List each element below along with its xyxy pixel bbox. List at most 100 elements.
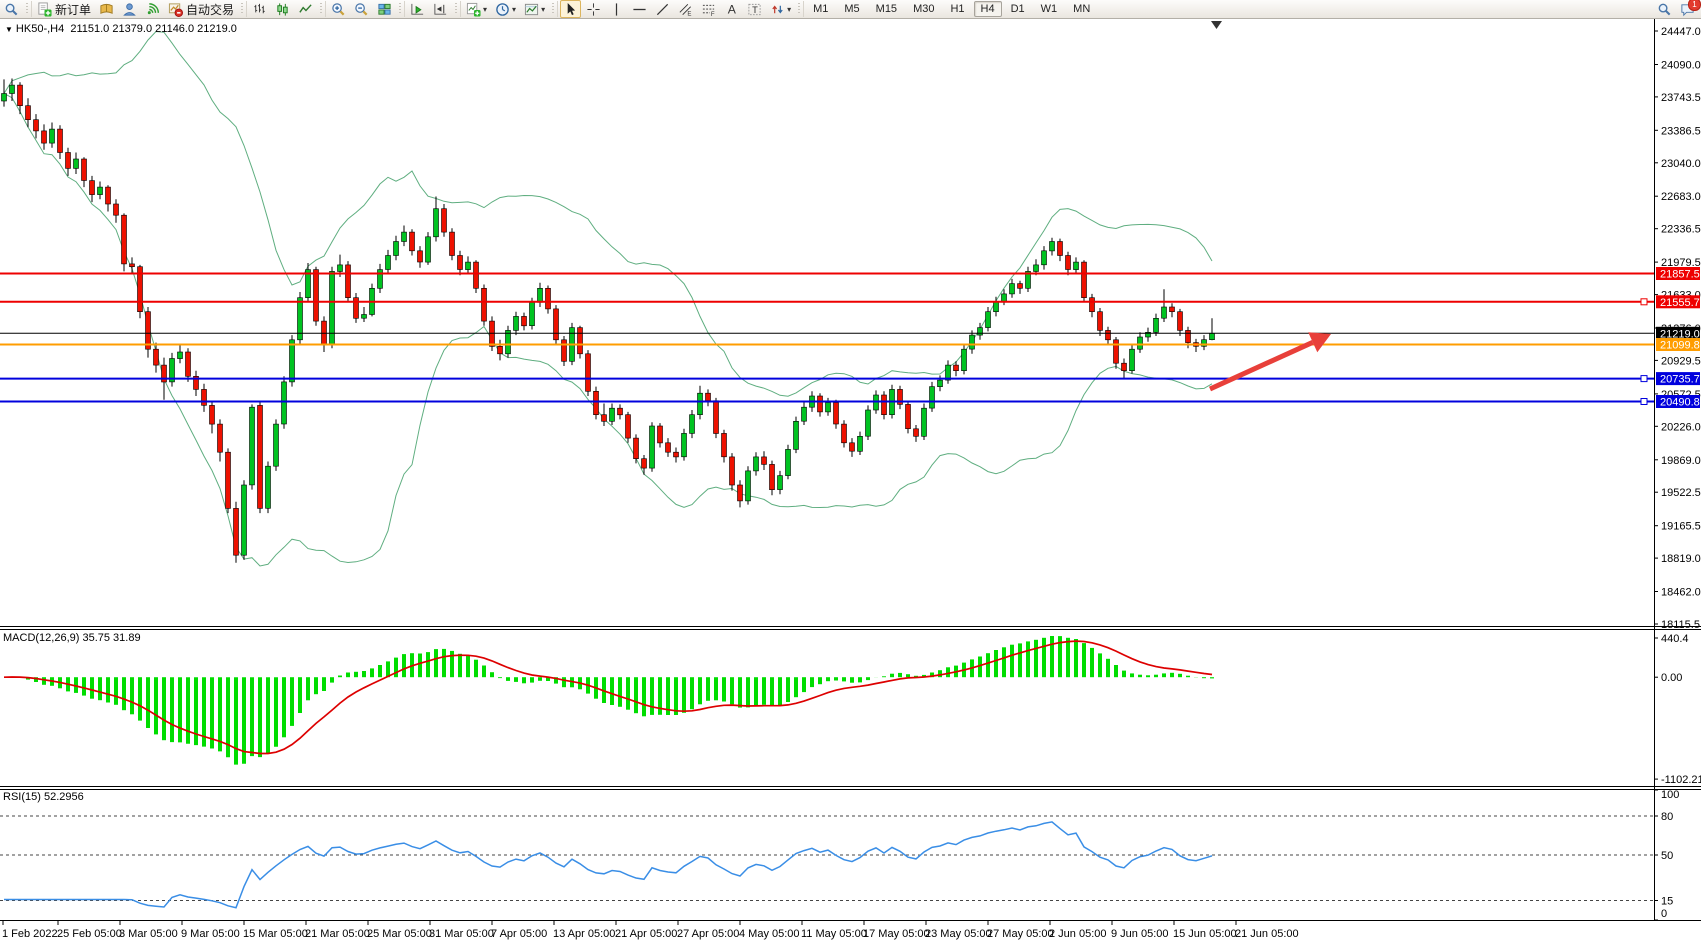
tile-windows-button[interactable] xyxy=(374,0,395,18)
terminal-icon xyxy=(122,2,137,17)
auto-scroll-icon xyxy=(410,2,425,17)
macd-pane[interactable] xyxy=(4,636,1212,765)
timeframe-d1-button[interactable]: D1 xyxy=(1004,1,1032,17)
auto-scroll-button[interactable] xyxy=(407,0,428,18)
zoom-out-button[interactable] xyxy=(351,0,372,18)
timeframe-m30-button[interactable]: M30 xyxy=(906,1,941,17)
timeframe-m1-button[interactable]: M1 xyxy=(806,1,835,17)
search-icon xyxy=(1657,2,1672,17)
quick-search-button[interactable] xyxy=(1,0,22,18)
svg-text:20735.7: 20735.7 xyxy=(1660,374,1700,386)
svg-text:440.4: 440.4 xyxy=(1661,633,1689,645)
svg-text:19869.0: 19869.0 xyxy=(1661,455,1701,467)
toolbar: 新订单自动交易▾▾▾▾M1M5M15M30H1H4D1W1MN1 xyxy=(0,0,1701,19)
cursor-button[interactable] xyxy=(560,0,581,18)
search-button[interactable] xyxy=(1657,2,1672,17)
timeframe-w1-button[interactable]: W1 xyxy=(1034,1,1065,17)
chart-shift-marker[interactable] xyxy=(1211,21,1222,29)
svg-text:19165.5: 19165.5 xyxy=(1661,521,1701,533)
new-order-button[interactable]: 新订单 xyxy=(34,0,94,18)
svg-text:22683.0: 22683.0 xyxy=(1661,191,1701,203)
notifications-button[interactable]: 1 xyxy=(1680,2,1695,17)
price-label-21857.5: 21857.5 xyxy=(1656,267,1700,281)
periods-icon xyxy=(495,2,510,17)
autotrading-button[interactable]: 自动交易 xyxy=(165,0,237,18)
svg-text:2 Jun 05:00: 2 Jun 05:00 xyxy=(1049,928,1107,940)
svg-text:4 May 05:00: 4 May 05:00 xyxy=(739,928,800,940)
svg-text:11 May 05:00: 11 May 05:00 xyxy=(801,928,867,940)
crosshair-button[interactable] xyxy=(583,0,604,18)
market-watch-icon xyxy=(99,2,114,17)
chevron-down-icon[interactable]: ▼ xyxy=(5,25,13,34)
quick-search-icon xyxy=(4,2,19,17)
candles-layer xyxy=(2,79,1215,563)
pane-separator[interactable] xyxy=(0,626,1701,627)
text-button[interactable] xyxy=(721,0,742,18)
trendline-button[interactable] xyxy=(652,0,673,18)
chart-candles-button[interactable] xyxy=(272,0,293,18)
templates-button[interactable]: ▾ xyxy=(521,0,548,18)
zoom-in-button[interactable] xyxy=(328,0,349,18)
main-price-pane[interactable] xyxy=(2,32,1215,567)
svg-text:20929.5: 20929.5 xyxy=(1661,355,1701,367)
periods-button[interactable]: ▾ xyxy=(492,0,519,18)
svg-text:50: 50 xyxy=(1661,850,1673,862)
svg-text:23040.0: 23040.0 xyxy=(1661,158,1701,170)
trend-arrow[interactable] xyxy=(1210,342,1313,389)
svg-text:25 Mar 05:00: 25 Mar 05:00 xyxy=(367,928,432,940)
terminal-button[interactable] xyxy=(119,0,140,18)
hline-handle[interactable] xyxy=(1641,376,1647,382)
svg-text:18115.5: 18115.5 xyxy=(1661,619,1700,631)
signals-icon xyxy=(145,2,160,17)
svg-text:21857.5: 21857.5 xyxy=(1660,269,1700,281)
bollinger-lower-band xyxy=(4,94,1212,567)
equidistant-channel-button[interactable] xyxy=(675,0,696,18)
price-label-21099.8: 21099.8 xyxy=(1656,338,1700,352)
toolbar-separator xyxy=(24,1,32,17)
svg-text:17 May 05:00: 17 May 05:00 xyxy=(863,928,930,940)
svg-text:0.00: 0.00 xyxy=(1661,672,1682,684)
crosshair-icon xyxy=(586,2,601,17)
arrows-button[interactable]: ▾ xyxy=(767,0,794,18)
hline-handle[interactable] xyxy=(1641,399,1647,405)
pane-separator[interactable] xyxy=(0,920,1701,921)
price-label-20490.8: 20490.8 xyxy=(1656,395,1700,409)
svg-text:18819.0: 18819.0 xyxy=(1661,553,1701,565)
timeframe-h1-button[interactable]: H1 xyxy=(943,1,971,17)
chart-shift-button[interactable] xyxy=(430,0,451,18)
timeframe-m15-button[interactable]: M15 xyxy=(869,1,904,17)
price-label-20735.7: 20735.7 xyxy=(1656,372,1700,386)
trendline-icon xyxy=(655,2,670,17)
pane-separator[interactable] xyxy=(0,786,1701,787)
templates-icon xyxy=(524,2,539,17)
svg-text:0: 0 xyxy=(1661,908,1667,920)
hline-handle[interactable] xyxy=(1641,299,1647,305)
toolbar-separator xyxy=(397,1,405,17)
chart-bars-button[interactable] xyxy=(249,0,270,18)
text-label-button[interactable] xyxy=(744,0,765,18)
new-order-icon xyxy=(37,2,52,17)
arrows-icon xyxy=(770,2,785,17)
horizontal-line-button[interactable] xyxy=(629,0,650,18)
price-label-21555.7: 21555.7 xyxy=(1656,295,1700,309)
vertical-line-icon xyxy=(609,2,624,17)
chart-canvas[interactable]: 24447.024090.023743.523386.523040.022683… xyxy=(0,0,1701,945)
svg-text:18462.0: 18462.0 xyxy=(1661,587,1701,599)
timeframe-m5-button[interactable]: M5 xyxy=(837,1,866,17)
fibonacci-button[interactable] xyxy=(698,0,719,18)
pane-separator[interactable] xyxy=(0,629,1701,630)
toolbar-separator xyxy=(550,1,558,17)
chart-line-button[interactable] xyxy=(295,0,316,18)
svg-text:31 Mar 05:00: 31 Mar 05:00 xyxy=(429,928,494,940)
indicators-button[interactable]: ▾ xyxy=(463,0,490,18)
text-icon xyxy=(724,2,739,17)
pane-separator[interactable] xyxy=(0,789,1701,790)
market-watch-button[interactable] xyxy=(96,0,117,18)
signals-button[interactable] xyxy=(142,0,163,18)
bollinger-upper-band xyxy=(4,32,1212,397)
timeframe-mn-button[interactable]: MN xyxy=(1066,1,1097,17)
timeframe-h4-button[interactable]: H4 xyxy=(974,1,1002,17)
svg-text:21099.8: 21099.8 xyxy=(1660,340,1700,352)
vertical-line-button[interactable] xyxy=(606,0,627,18)
toolbar-separator xyxy=(239,1,247,17)
